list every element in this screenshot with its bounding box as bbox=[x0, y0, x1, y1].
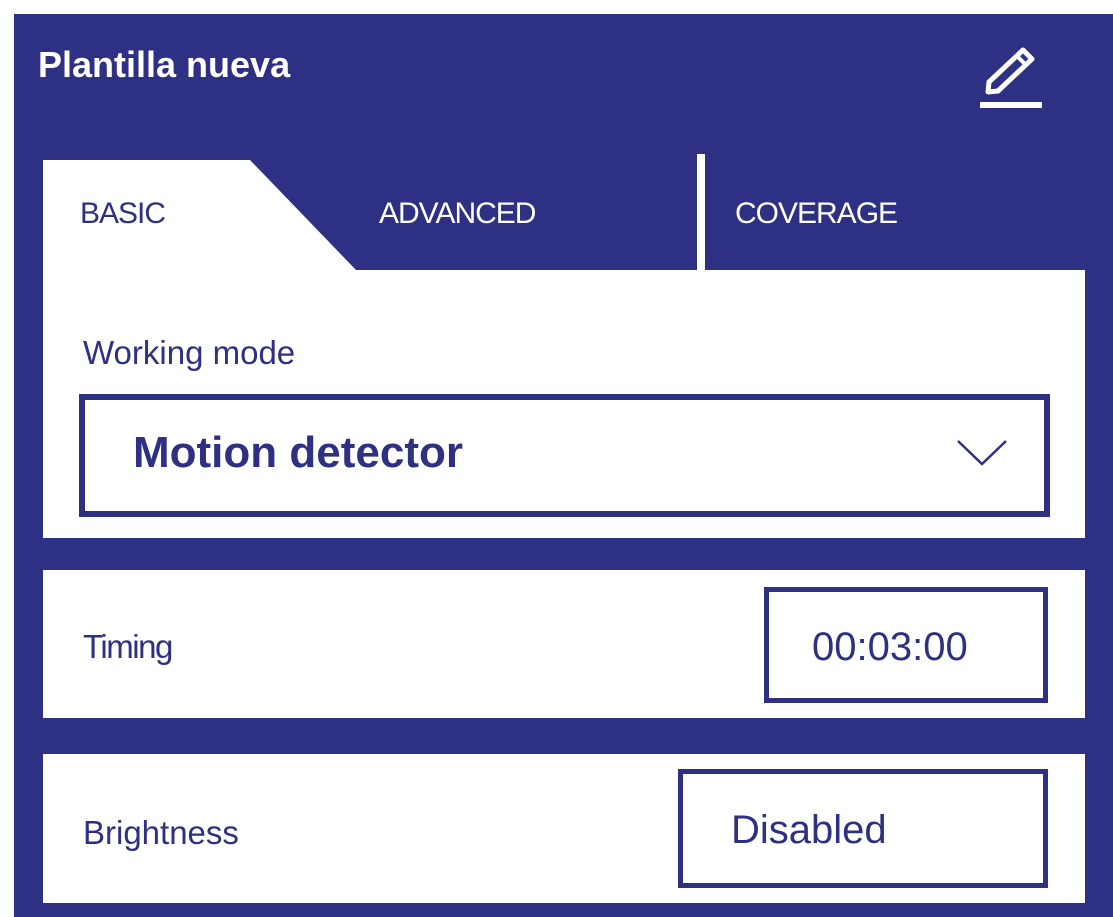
working-mode-label: Working mode bbox=[83, 334, 296, 371]
pencil-edit-icon bbox=[980, 47, 1042, 108]
edit-button[interactable] bbox=[974, 44, 1044, 110]
brightness-value: Disabled bbox=[731, 808, 887, 852]
timing-field[interactable]: 00:03:00 bbox=[764, 587, 1048, 703]
brightness-field[interactable]: Disabled bbox=[678, 769, 1048, 888]
timing-label: Timing bbox=[83, 628, 173, 665]
tab-coverage[interactable]: COVERAGE bbox=[735, 197, 898, 231]
tab-basic[interactable]: BASIC bbox=[80, 197, 166, 231]
tab-advanced[interactable]: ADVANCED bbox=[379, 197, 536, 231]
working-mode-select[interactable]: Motion detector bbox=[79, 394, 1050, 517]
page-title: Plantilla nueva bbox=[38, 44, 291, 85]
working-mode-panel: Working mode Motion detector bbox=[43, 270, 1085, 538]
timing-value: 00:03:00 bbox=[812, 625, 968, 669]
brightness-label: Brightness bbox=[83, 814, 239, 851]
working-mode-value: Motion detector bbox=[133, 428, 463, 477]
chevron-down-icon bbox=[957, 440, 1007, 466]
timing-row: Timing 00:03:00 bbox=[43, 570, 1085, 718]
template-editor: Plantilla nueva BASIC ADVANCED COVERAGE … bbox=[14, 14, 1113, 917]
tab-divider bbox=[697, 154, 705, 272]
brightness-row: Brightness Disabled bbox=[43, 754, 1085, 903]
